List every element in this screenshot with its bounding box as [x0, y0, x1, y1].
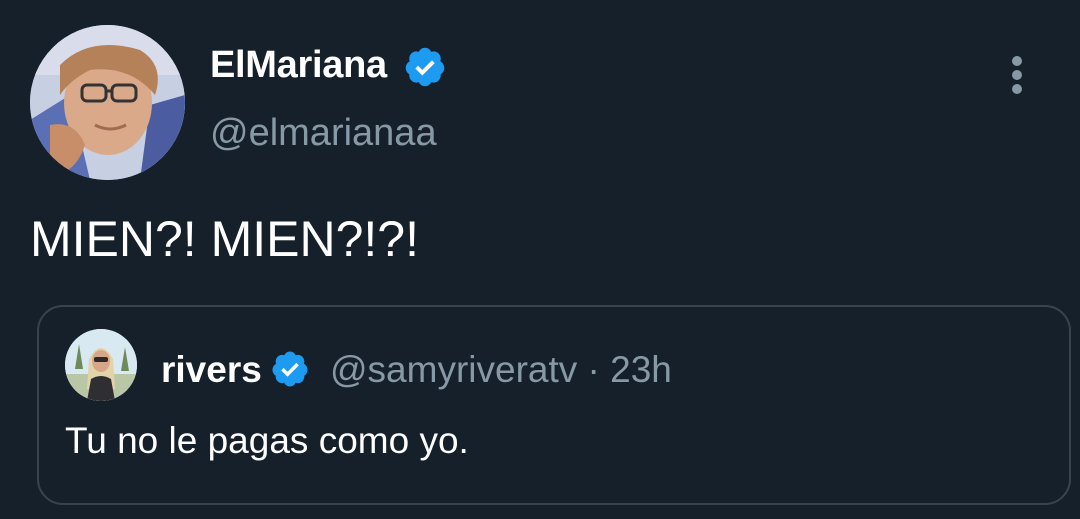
- tweet-text: MIEN?! MIEN?!?!: [30, 211, 419, 267]
- quoted-tweet-meta: @samyriveratv · 23h: [330, 349, 672, 391]
- meta-separator: ·: [587, 349, 600, 390]
- author-avatar[interactable]: [30, 25, 185, 180]
- quoted-author-avatar[interactable]: [65, 329, 137, 401]
- more-vertical-icon-dot: [1012, 56, 1022, 66]
- quoted-author-display-name[interactable]: rivers: [161, 349, 262, 391]
- author-display-name[interactable]: ElMariana: [210, 44, 387, 87]
- quoted-tweet-text: Tu no le pagas como yo.: [65, 420, 469, 461]
- more-options-button[interactable]: [1000, 52, 1034, 98]
- quoted-tweet-time[interactable]: 23h: [610, 349, 672, 390]
- author-handle[interactable]: @elmarianaa: [210, 112, 437, 155]
- more-vertical-icon-dot: [1012, 70, 1022, 80]
- tweet: ElMariana @elmarianaa MIEN?! MIEN?!?! ri…: [0, 0, 1080, 519]
- verified-badge-icon: [272, 351, 308, 387]
- more-vertical-icon-dot: [1012, 84, 1022, 94]
- quoted-tweet[interactable]: rivers @samyriveratv · 23h Tu no le paga…: [37, 305, 1071, 505]
- quoted-author-handle[interactable]: @samyriveratv: [330, 349, 577, 390]
- verified-badge-icon: [405, 47, 445, 87]
